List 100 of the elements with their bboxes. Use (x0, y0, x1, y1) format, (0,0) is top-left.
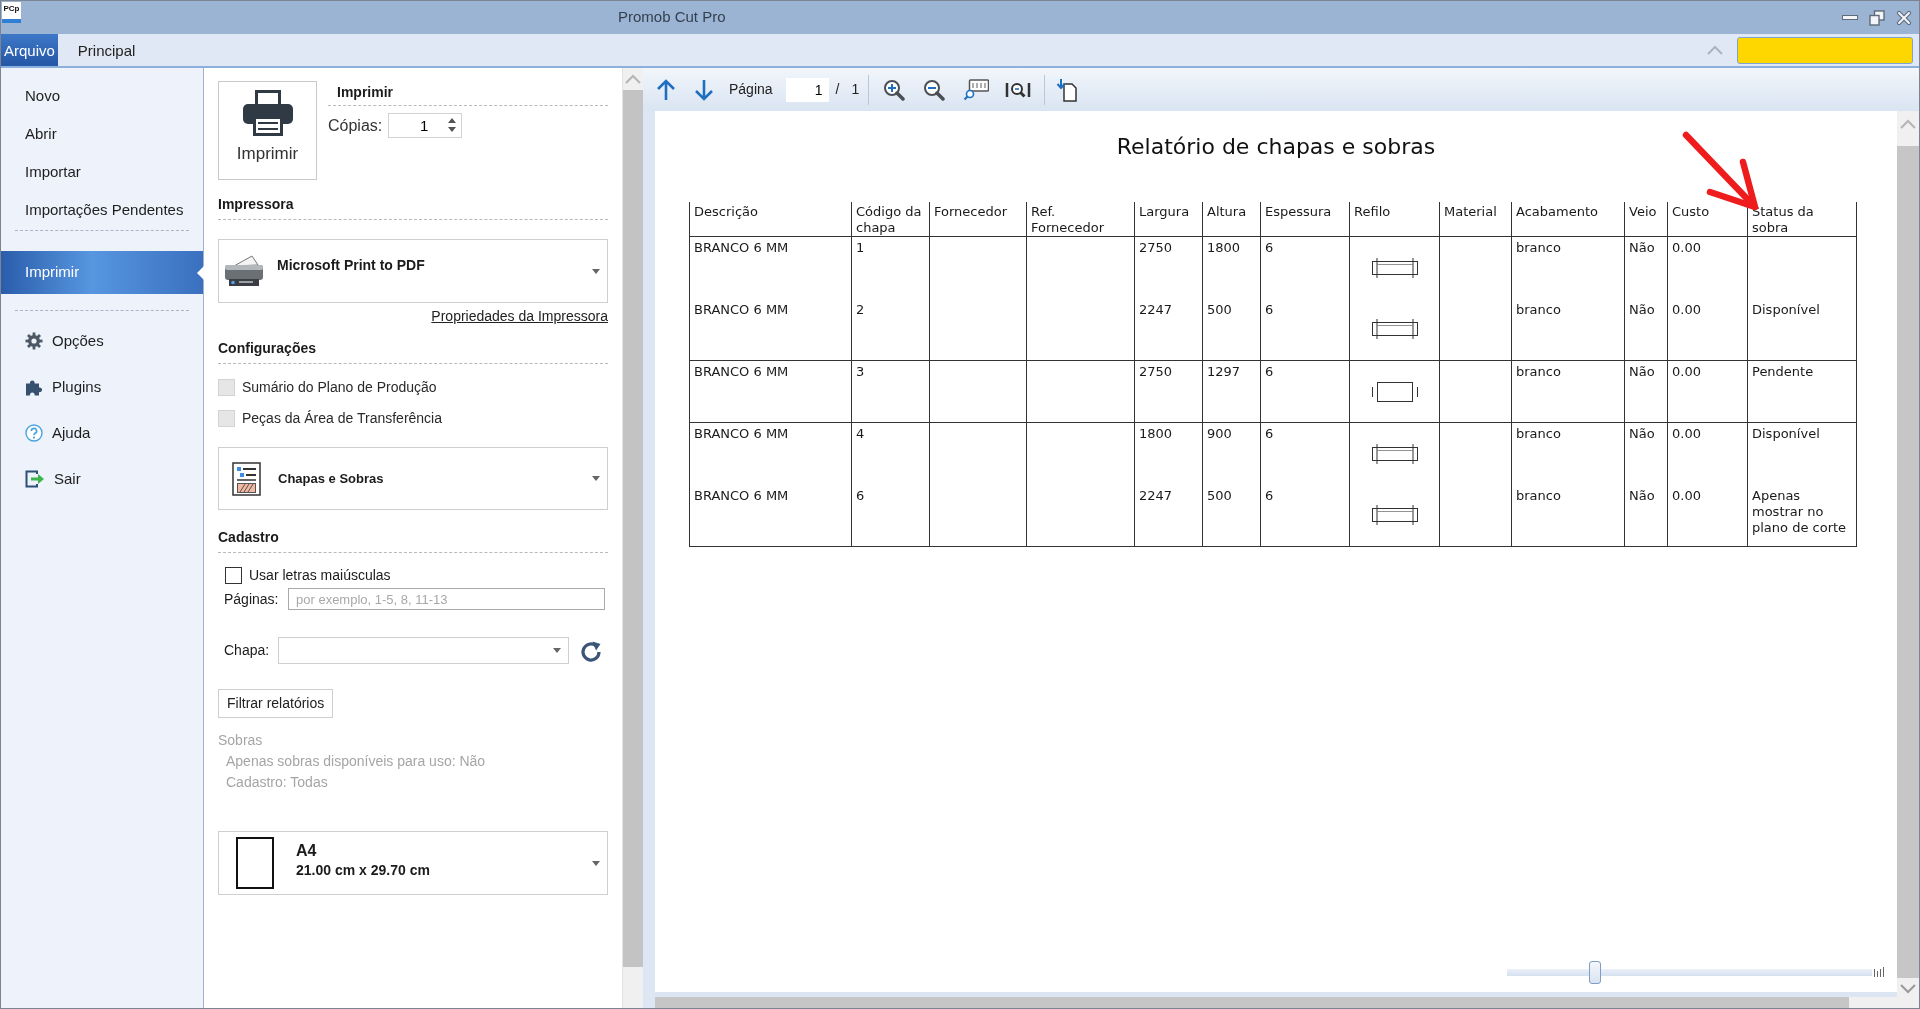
field-label: Página (729, 80, 773, 99)
column-header: Material (1439, 202, 1512, 237)
zoom-out-button[interactable] (923, 78, 946, 101)
table-cell: 6 (851, 484, 930, 547)
arrow-up-icon (656, 78, 676, 101)
table-cell: 2750 (1134, 360, 1203, 423)
sidebar-item[interactable]: Sair (1, 456, 203, 502)
column-header: Veio (1624, 202, 1668, 237)
ribbon-tab[interactable]: Principal (74, 34, 139, 66)
pages-field[interactable]: por exemplo, 1-5, 8, 11-13 (288, 588, 605, 610)
filter-button[interactable]: Filtrar relatórios (218, 689, 334, 718)
table-cell: Não (1624, 484, 1668, 547)
printer-icon (223, 254, 265, 288)
table-cell: 500 (1202, 298, 1261, 361)
table-cell: 500 (1202, 484, 1261, 547)
magnifier-box-icon (963, 78, 990, 101)
zoom-in-button[interactable] (883, 78, 906, 101)
caret-icon (553, 648, 561, 653)
table-cell: 3 (851, 360, 930, 423)
table-cell: Apenas mostrar no plano de corte (1747, 484, 1857, 547)
sidebar-item[interactable]: Abrir (1, 115, 203, 153)
spin-arrows-icon[interactable] (448, 117, 457, 133)
sidebar-item[interactable]: Opções (1, 318, 203, 364)
restore-button[interactable] (1869, 9, 1885, 26)
chevron-up-icon[interactable] (625, 74, 641, 84)
table-cell: BRANCO 6 MM (689, 422, 852, 485)
caret-icon (592, 268, 600, 274)
sidebar-item[interactable]: Importar (1, 153, 203, 191)
section-heading: Configurações (218, 338, 608, 364)
sidebar-item[interactable]: Imprimir (1, 251, 203, 294)
close-button[interactable] (1896, 9, 1912, 26)
table-cell: 2247 (1134, 298, 1203, 361)
previous-page-button[interactable] (656, 78, 676, 101)
column-header: Código da chapa (851, 202, 930, 237)
table-cell: Não (1624, 298, 1668, 361)
paper-dropdown[interactable]: A4 21.00 cm x 29.70 cm (218, 831, 608, 895)
summary-line: Cadastro: Todas (225, 773, 329, 792)
table-cell: BRANCO 6 MM (689, 298, 852, 361)
column-header: Largura (1134, 202, 1203, 237)
sidebar-item[interactable]: Novo (1, 77, 203, 115)
chevron-down-icon[interactable] (1900, 984, 1916, 994)
gear-icon (25, 332, 43, 350)
report-icon (232, 461, 262, 496)
panel-outline-icon (1371, 256, 1418, 279)
table-cell: 6 (1260, 422, 1350, 485)
table-cell: branco (1511, 484, 1625, 547)
column-header: Acabamento (1511, 202, 1625, 237)
export-button[interactable] (1056, 77, 1079, 102)
page-separator: / (835, 80, 840, 99)
next-page-button[interactable] (694, 78, 714, 101)
column-header: Status da sobra (1747, 202, 1857, 237)
table-cell: 0.00 (1667, 360, 1748, 423)
table-cell: 6 (1260, 360, 1350, 423)
column-header: Altura (1202, 202, 1261, 237)
chevron-up-icon[interactable] (1707, 45, 1723, 55)
section-heading: Cadastro (218, 527, 608, 553)
section-heading: Imprimir (328, 82, 608, 106)
caret-icon (592, 476, 600, 481)
column-header: Refilo (1349, 202, 1440, 237)
exit-icon (25, 470, 45, 488)
sidebar-item[interactable]: Plugins (1, 364, 203, 410)
table-cell: branco (1511, 422, 1625, 485)
arrow-down-icon (694, 78, 714, 101)
table-cell: 0.00 (1667, 298, 1748, 361)
scrollbar-thumb[interactable] (655, 997, 1849, 1008)
table-cell: branco (1511, 298, 1625, 361)
sheet-dropdown[interactable] (278, 637, 569, 664)
checkbox[interactable] (225, 566, 242, 584)
horizontal-scrollbar[interactable] (655, 992, 1897, 1008)
ribbon-tab[interactable]: Arquivo (1, 34, 58, 66)
print-button[interactable]: Imprimir (218, 81, 317, 180)
table-cell: Não (1624, 360, 1668, 423)
minimize-button[interactable] (1842, 15, 1858, 20)
sidebar-item[interactable]: Importações Pendentes (1, 191, 203, 229)
column-header: Descrição (689, 202, 852, 237)
printer-dropdown[interactable]: Microsoft Print to PDF (218, 239, 608, 303)
panel-outline-icon (1371, 504, 1418, 527)
report-dropdown[interactable]: Chapas e Sobras (218, 447, 608, 510)
column-header: Espessura (1260, 202, 1350, 237)
sidebar-item[interactable]: Ajuda (1, 410, 203, 456)
restore-icon (1869, 9, 1885, 26)
field-label: Chapa: (224, 641, 270, 660)
table-cell: Disponível (1747, 298, 1857, 361)
puzzle-icon (25, 378, 43, 396)
table-cell: Pendente (1747, 360, 1857, 423)
field-label: Páginas: (224, 589, 279, 609)
page-field[interactable]: 1 (785, 77, 829, 102)
printer-properties-link[interactable]: Propriedades da Impressora (431, 308, 608, 324)
summary-heading: Sobras (218, 731, 264, 750)
copies-field[interactable]: 1 (388, 113, 463, 138)
table-cell: 0.00 (1667, 422, 1748, 485)
chevron-up-icon[interactable] (1900, 119, 1916, 129)
zoom-out-icon (923, 78, 946, 101)
slider-thumb[interactable] (1588, 960, 1601, 984)
column-header: Ref. Fornecedor (1026, 202, 1135, 237)
table-cell: BRANCO 6 MM (689, 236, 852, 299)
panel-outline-icon (1371, 318, 1418, 341)
input-field[interactable] (1737, 36, 1913, 64)
table-cell: 1297 (1202, 360, 1261, 423)
zoom-box-button[interactable] (963, 78, 990, 101)
